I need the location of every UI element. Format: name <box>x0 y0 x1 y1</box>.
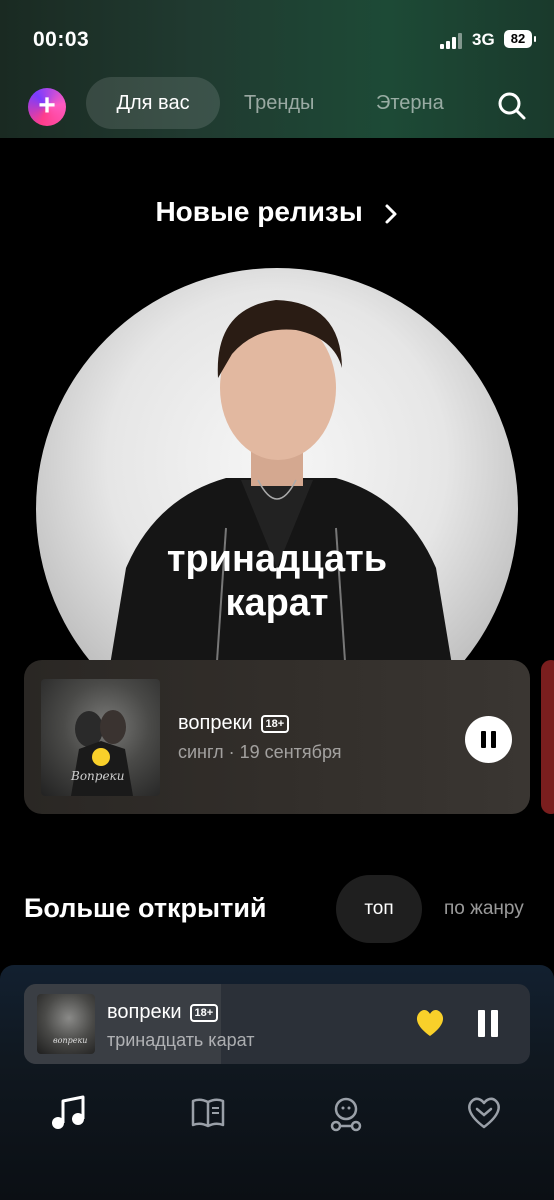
status-time: 00:03 <box>33 28 90 51</box>
chevron-right-icon <box>385 204 397 224</box>
release-cover-image: Вопреки <box>41 679 160 796</box>
tab-eterna[interactable]: Этерна <box>376 77 444 129</box>
explicit-badge: 18+ <box>260 715 290 733</box>
mini-player-artist: тринадцать карат <box>107 1030 255 1050</box>
mini-player[interactable]: вопреки вопреки 18+ тринадцать карат <box>24 984 530 1064</box>
explicit-badge: 18+ <box>189 1004 219 1022</box>
battery-icon: 82 <box>504 30 536 48</box>
music-note-icon[interactable] <box>49 1093 89 1133</box>
hero-title-line2: карат <box>225 581 329 624</box>
top-nav: + Для вас Тренды Этерна <box>0 76 554 132</box>
cover-title-text: Вопреки <box>71 769 125 783</box>
chip-top[interactable]: топ <box>336 875 422 943</box>
tab-trends[interactable]: Тренды <box>244 77 314 129</box>
plus-logo-icon[interactable]: + <box>28 88 66 126</box>
status-bar: 00:03 3G 82 <box>0 0 554 72</box>
release-subtitle: сингл · 19 сентября <box>178 742 342 762</box>
playing-indicator <box>92 748 110 766</box>
next-release-card[interactable] <box>541 660 554 814</box>
mini-player-cover: вопреки <box>37 994 95 1054</box>
new-releases-title: Новые релизы <box>155 196 363 227</box>
search-icon[interactable] <box>496 90 528 122</box>
heart-icon[interactable] <box>464 1093 504 1133</box>
bottom-tabbar <box>0 1085 554 1145</box>
like-heart-icon[interactable] <box>414 1008 446 1038</box>
discover-title: Больше открытий <box>24 893 267 923</box>
mini-player-title: вопреки 18+ <box>107 1001 219 1024</box>
network-type: 3G <box>472 30 495 49</box>
tab-for-you[interactable]: Для вас <box>86 77 220 129</box>
release-title: вопреки 18+ <box>178 712 290 735</box>
release-title-text: вопреки <box>178 712 253 734</box>
release-card[interactable]: Вопреки вопреки 18+ сингл · 19 сентября <box>24 660 530 814</box>
mini-cover-text: вопреки <box>53 1036 88 1045</box>
book-icon[interactable] <box>188 1093 228 1133</box>
hero-title: тринадцать карат <box>36 538 518 625</box>
chip-by-genre[interactable]: по жанру <box>444 875 524 943</box>
mini-pause-button[interactable] <box>476 1010 500 1038</box>
signal-icon <box>440 33 464 49</box>
new-releases-header[interactable]: Новые релизы <box>0 196 554 228</box>
hero-title-line1: тринадцать <box>166 538 388 580</box>
mini-player-title-text: вопреки <box>107 1001 182 1023</box>
kids-icon[interactable] <box>326 1093 366 1133</box>
pause-button[interactable] <box>465 716 512 763</box>
